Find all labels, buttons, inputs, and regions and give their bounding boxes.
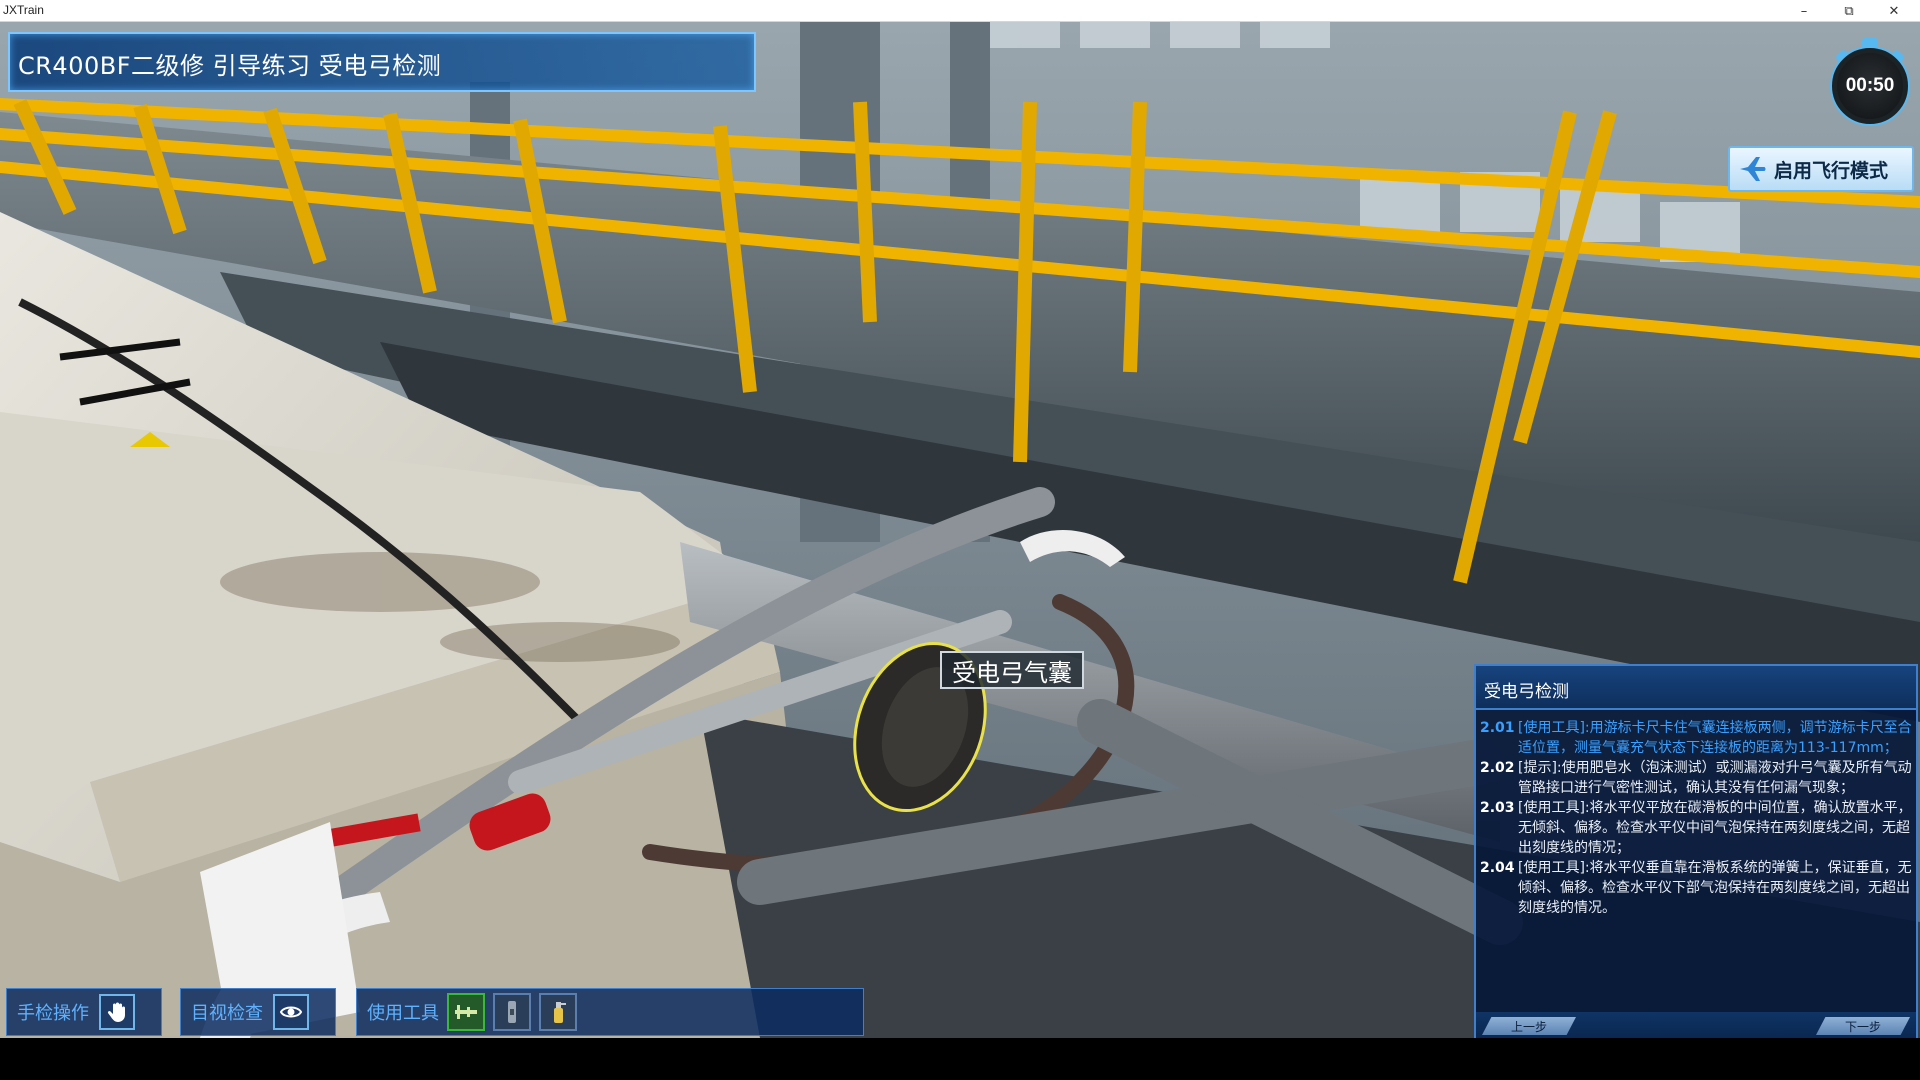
instruction-panel: 受电弓检测 2.01 [使用工具]:用游标卡尺卡住气囊连接板两侧，调节游标卡尺至… [1474,664,1918,1038]
step-number: 2.04 [1480,860,1515,876]
step-item[interactable]: 2.04 [使用工具]:将水平仪垂直靠在滑板系统的弹簧上，保证垂直，无倾斜、偏移… [1480,858,1912,918]
callout-label: 受电弓气囊 [952,658,1072,687]
app-title: JXTrain [3,3,44,17]
use-tools-label: 使用工具 [367,1003,439,1024]
level-gauge-tool-slot[interactable] [493,993,531,1031]
close-button[interactable]: ✕ [1872,0,1916,22]
panel-header: 受电弓检测 [1476,666,1916,710]
stopwatch-face: 00:50 [1832,48,1908,124]
panel-footer: 上一步 下一步 [1476,1012,1916,1038]
spray-bottle-tool-slot[interactable] [539,993,577,1031]
caliper-icon [455,1005,477,1019]
panel-title: 受电弓检测 [1484,682,1569,702]
step-text: [使用工具]:用游标卡尺卡住气囊连接板两侧，调节游标卡尺至合适位置，测量气囊充气… [1518,720,1912,756]
exercise-title: CR400BF二级修 引导练习 受电弓检测 [18,52,442,80]
step-number: 2.02 [1480,760,1515,776]
step-list[interactable]: 2.01 [使用工具]:用游标卡尺卡住气囊连接板两侧，调节游标卡尺至合适位置，测… [1480,718,1912,1000]
minimize-button[interactable]: – [1782,0,1826,22]
window-titlebar: JXTrain – ⧉ ✕ [0,0,1920,22]
hand-icon [99,994,135,1030]
step-text: [提示]:使用肥皂水（泡沫测试）或测漏液对升弓气囊及所有气动管路接口进行气密性测… [1518,760,1912,796]
step-item[interactable]: 2.01 [使用工具]:用游标卡尺卡住气囊连接板两侧，调节游标卡尺至合适位置，测… [1480,718,1912,758]
previous-step-button[interactable]: 上一步 [1482,1017,1576,1035]
flight-mode-label: 启用飞行模式 [1774,159,1889,182]
enable-flight-mode-button[interactable]: 启用飞行模式 [1728,146,1914,192]
hand-inspection-button[interactable]: 手检操作 [6,988,162,1036]
restore-button[interactable]: ⧉ [1827,0,1871,22]
step-text: [使用工具]:将水平仪垂直靠在滑板系统的弹簧上，保证垂直，无倾斜、偏移。检查水平… [1518,860,1912,916]
airplane-icon [1730,149,1774,189]
visual-inspection-button[interactable]: 目视检查 [180,988,336,1036]
step-number: 2.01 [1480,720,1515,736]
hand-inspection-label: 手检操作 [17,1003,89,1024]
exercise-title-banner: CR400BF二级修 引导练习 受电弓检测 [8,32,756,92]
eye-icon [273,994,309,1030]
next-step-button[interactable]: 下一步 [1816,1017,1910,1035]
component-callout: 受电弓气囊 [940,651,1084,689]
level-gauge-icon [508,1001,516,1023]
letterbox-bottom [0,1038,1920,1080]
use-tools-bar: 使用工具 [356,988,864,1036]
step-item[interactable]: 2.03 [使用工具]:将水平仪平放在碳滑板的中间位置，确认放置水平，无倾斜、偏… [1480,798,1912,858]
caliper-tool-slot[interactable] [447,993,485,1031]
step-item[interactable]: 2.02 [提示]:使用肥皂水（泡沫测试）或测漏液对升弓气囊及所有气动管路接口进… [1480,758,1912,798]
step-text: [使用工具]:将水平仪平放在碳滑板的中间位置，确认放置水平，无倾斜、偏移。检查水… [1518,800,1912,856]
stopwatch-timer: 00:50 [1832,38,1908,124]
visual-inspection-label: 目视检查 [191,1003,263,1024]
spray-bottle-icon [554,1002,566,1023]
timer-value: 00:50 [1845,75,1895,96]
step-number: 2.03 [1480,800,1515,816]
